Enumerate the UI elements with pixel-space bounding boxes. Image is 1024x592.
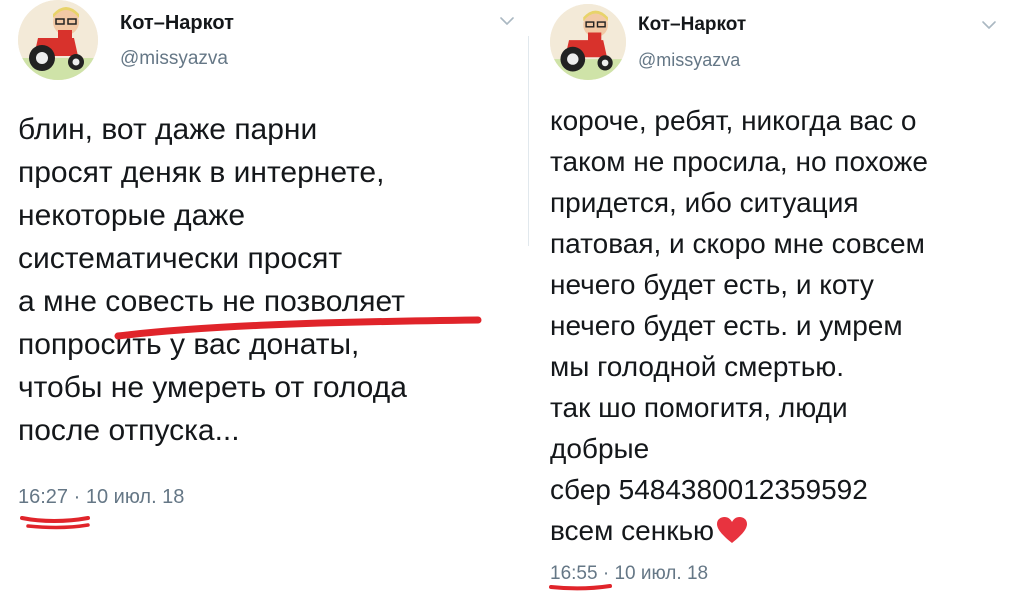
tweet-text-line: а мне совесть не позволяет (18, 285, 405, 318)
tweet-text-line: нечего будет есть, и коту (550, 269, 874, 300)
tweet-text-line: систематически просят (18, 242, 343, 275)
tweet-text-line: нечего будет есть. и умрем (550, 310, 903, 341)
tweet-date[interactable]: 10 июл. 18 (86, 486, 185, 508)
tweet-text: короче, ребят, никогда вас о таком не пр… (550, 100, 1000, 551)
tweet-time[interactable]: 16:55 (550, 563, 598, 584)
chevron-down-icon[interactable] (978, 14, 1000, 36)
tweet-card[interactable]: Кот–Наркот @missyazva короче, ребят, ник… (528, 0, 1024, 592)
tweet-text: блин, вот даже парни просят деняк в инте… (18, 108, 498, 452)
tweet-time[interactable]: 16:27 (18, 486, 68, 508)
chevron-down-icon[interactable] (496, 10, 518, 32)
tweet-timestamp[interactable]: 16:55 · 10 июл. 18 (550, 563, 708, 585)
author-handle[interactable]: @missyazva (638, 50, 740, 71)
tweet-text-line: попросить у вас донаты, (18, 328, 360, 361)
timestamp-separator: · (602, 563, 610, 584)
tweet-text-line: после отпуска... (18, 414, 240, 447)
tweet-text-line: блин, вот даже парни (18, 113, 318, 146)
tweet-text-line: мы голодной смертью. (550, 351, 845, 382)
tweet-text-line: некоторые даже (18, 199, 246, 232)
heart-icon (717, 517, 748, 543)
tweet-text-line-last: всем сенкью (550, 510, 1000, 551)
tweet-text-line: придется, ибо ситуация (550, 187, 859, 218)
tweet-text-line: патовая, и скоро мне совсем (550, 228, 925, 259)
tractor-avatar-icon (550, 4, 626, 80)
timestamp-separator: · (73, 486, 81, 508)
tweet-date[interactable]: 10 июл. 18 (614, 563, 708, 584)
author-handle[interactable]: @missyazva (120, 48, 228, 70)
author-name[interactable]: Кот–Наркот (638, 14, 746, 36)
tweet-text-line: сбер 5484380012359592 (550, 474, 868, 505)
tweet-text-line: чтобы не умереть от голода (18, 371, 407, 404)
tweet-text-line: так шо помогитя, люди (550, 392, 848, 423)
avatar[interactable] (550, 4, 626, 80)
tweet-text-line: просят деняк в интернете, (18, 156, 385, 189)
annotation-underline (20, 516, 90, 530)
author-name[interactable]: Кот–Наркот (120, 12, 234, 35)
tweet-text-fragment: всем сенкью (550, 515, 715, 546)
thread-line (528, 36, 529, 246)
avatar[interactable] (18, 0, 98, 80)
tweet-text-line: таком не просила, но похоже (550, 146, 928, 177)
tractor-avatar-icon (18, 0, 98, 80)
tweet-text-line: добрые (550, 433, 650, 464)
tweet-text-line: короче, ребят, никогда вас о (550, 105, 917, 136)
tweet-card[interactable]: Кот–Наркот @missyazva блин, вот даже пар… (0, 0, 514, 592)
tweet-timestamp[interactable]: 16:27 · 10 июл. 18 (18, 486, 184, 509)
